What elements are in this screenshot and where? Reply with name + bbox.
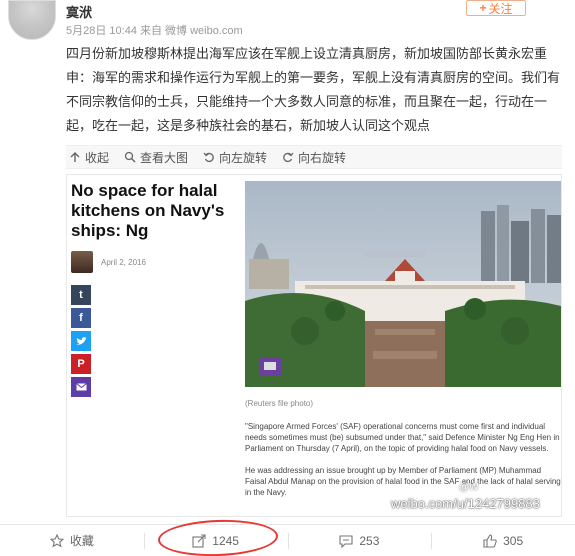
favorite-button[interactable]: 收藏: [0, 525, 144, 556]
author-thumbnail: [71, 251, 93, 273]
favorite-label: 收藏: [69, 534, 94, 548]
post-meta: 5月28日 10:44 来自 微博 weibo.com: [66, 22, 243, 38]
username[interactable]: 寞洑: [66, 2, 92, 21]
pinterest-icon: P: [71, 354, 91, 374]
follow-label: 关注: [488, 1, 513, 16]
collapse-button[interactable]: 收起: [68, 149, 109, 166]
twitter-icon: [71, 331, 91, 351]
comment-icon: [339, 534, 353, 548]
embedded-article-image[interactable]: No space for halal kitchens on Navy's sh…: [66, 174, 562, 517]
avatar[interactable]: [8, 0, 56, 40]
weibo-post-card: 寞洑 5月28日 10:44 来自 微博 weibo.com + 关注 四月份新…: [0, 0, 575, 556]
comment-count: 253: [359, 533, 380, 548]
like-button[interactable]: 305: [431, 525, 575, 556]
rotate-left-label: 向左旋转: [219, 150, 268, 165]
thumbs-up-icon: [483, 533, 497, 548]
article-date: April 2, 2016: [101, 258, 146, 267]
source[interactable]: 来自 微博 weibo.com: [140, 25, 243, 37]
collapse-label: 收起: [85, 150, 110, 165]
view-large-button[interactable]: 查看大图: [123, 149, 188, 166]
media-toolbar: 收起 查看大图 向左旋转 向右旋转: [66, 145, 562, 169]
article-paragraph-1: "Singapore Armed Forces' (SAF) operation…: [245, 422, 560, 453]
follow-button[interactable]: + 关注: [466, 0, 526, 16]
timestamp[interactable]: 5月28日 10:44: [66, 25, 137, 37]
zoom-icon: [123, 150, 137, 164]
facebook-icon: f: [71, 308, 91, 328]
photo-caption: (Reuters file photo): [245, 399, 314, 408]
article-headline: No space for halal kitchens on Navy's sh…: [71, 181, 225, 240]
view-large-label: 查看大图: [140, 150, 189, 165]
rotate-left-icon: [202, 150, 216, 164]
share-buttons: t f P: [71, 285, 91, 400]
like-count: 305: [503, 533, 524, 548]
rotate-right-label: 向右旋转: [298, 150, 347, 165]
rotate-right-button[interactable]: 向右旋转: [281, 149, 346, 166]
rotate-left-button[interactable]: 向左旋转: [202, 149, 267, 166]
parliament-photo: [245, 181, 561, 387]
article-paragraph-2: He was addressing an issue brought up by…: [245, 466, 561, 497]
watermark-handle: @W: [459, 482, 479, 493]
watermark-url: weibo.com/u/1242799883: [391, 496, 540, 511]
action-bar: 收藏 1245 253 305: [0, 524, 575, 556]
email-icon: [71, 377, 91, 397]
post-text: 四月份新加坡穆斯林提出海军应该在军舰上设立清真厨房，新加坡国防部长黄永宏重申：海…: [66, 46, 561, 133]
plus-icon: +: [479, 1, 487, 15]
rotate-right-icon: [281, 150, 295, 164]
collapse-icon: [68, 150, 82, 164]
tumblr-icon: t: [71, 285, 91, 305]
comment-button[interactable]: 253: [287, 525, 432, 556]
star-icon: [49, 533, 64, 548]
